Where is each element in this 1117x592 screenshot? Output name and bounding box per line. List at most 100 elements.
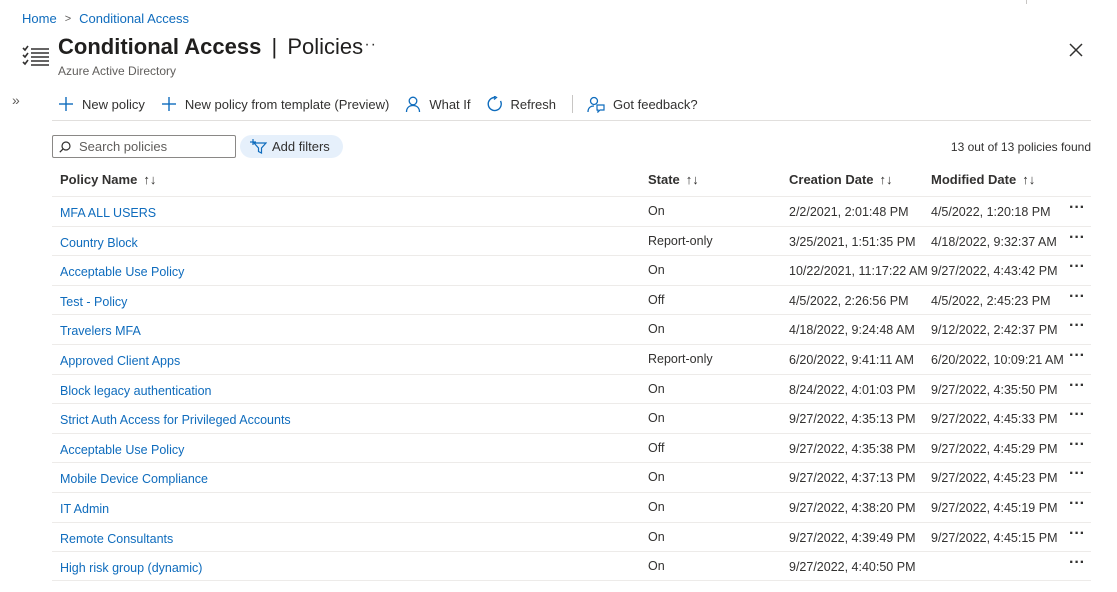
what-if-button[interactable]: What If bbox=[405, 96, 471, 113]
person-icon bbox=[406, 96, 421, 112]
row-more-options-button[interactable]: ··· bbox=[1069, 347, 1085, 365]
row-more-options-button[interactable]: ··· bbox=[1069, 525, 1085, 543]
policy-state: On bbox=[648, 470, 665, 485]
policy-list-icon bbox=[22, 45, 49, 66]
policy-name-link[interactable]: High risk group (dynamic) bbox=[60, 561, 202, 575]
policy-modified-date: 6/20/2022, 10:09:21 AM bbox=[931, 352, 1064, 367]
column-header-modified-date[interactable]: Modified Date ↑↓ bbox=[931, 172, 1035, 187]
sort-icon: ↑↓ bbox=[143, 172, 157, 187]
policy-state: On bbox=[648, 322, 665, 337]
policy-state: On bbox=[648, 499, 665, 514]
new-policy-from-template-label: New policy from template (Preview) bbox=[184, 96, 390, 112]
plus-icon bbox=[59, 97, 73, 111]
close-icon[interactable] bbox=[1066, 40, 1086, 60]
more-options-button[interactable]: ··· bbox=[358, 36, 377, 54]
sort-icon: ↑↓ bbox=[879, 172, 893, 187]
add-filters-button[interactable]: Add filters bbox=[240, 135, 343, 158]
row-more-options-button[interactable]: ··· bbox=[1069, 495, 1085, 513]
policy-name-link[interactable]: IT Admin bbox=[60, 502, 109, 516]
policy-creation-date: 6/20/2022, 9:41:11 AM bbox=[789, 352, 914, 367]
add-filters-label: Add filters bbox=[272, 139, 330, 154]
policy-name-link[interactable]: Block legacy authentication bbox=[60, 384, 211, 398]
row-more-options-button[interactable]: ··· bbox=[1069, 465, 1085, 483]
policy-name-link[interactable]: Approved Client Apps bbox=[60, 354, 180, 368]
breadcrumb-separator: > bbox=[64, 12, 72, 25]
top-divider bbox=[1026, 0, 1027, 4]
policy-modified-date: 9/27/2022, 4:43:42 PM bbox=[931, 264, 1058, 279]
column-header-state[interactable]: State ↑↓ bbox=[648, 172, 699, 187]
got-feedback-button[interactable]: Got feedback? bbox=[587, 96, 698, 113]
table-row: MFA ALL USERS On 2/2/2021, 2:01:48 PM 4/… bbox=[52, 196, 1091, 226]
row-more-options-button[interactable]: ··· bbox=[1069, 258, 1085, 276]
row-more-options-button[interactable]: ··· bbox=[1069, 436, 1085, 454]
feedback-icon bbox=[587, 96, 605, 113]
policy-modified-date: 4/18/2022, 9:32:37 AM bbox=[931, 234, 1057, 249]
table-row: Acceptable Use Policy Off 9/27/2022, 4:3… bbox=[52, 432, 1091, 463]
policy-name-link[interactable]: Remote Consultants bbox=[60, 532, 173, 546]
filter-icon bbox=[250, 139, 267, 154]
breadcrumb-conditional-access-link[interactable]: Conditional Access bbox=[79, 11, 189, 26]
policy-name-link[interactable]: MFA ALL USERS bbox=[60, 206, 156, 220]
column-header-modified-date-label: Modified Date bbox=[931, 172, 1017, 187]
plus-icon bbox=[161, 97, 176, 111]
policy-modified-date: 9/27/2022, 4:45:19 PM bbox=[931, 500, 1058, 515]
policy-state: On bbox=[648, 411, 665, 426]
toolbar-divider bbox=[52, 120, 1091, 121]
table-row: Acceptable Use Policy On 10/22/2021, 11:… bbox=[52, 255, 1091, 285]
policy-name-link[interactable]: Mobile Device Compliance bbox=[60, 472, 208, 486]
sort-icon: ↑↓ bbox=[685, 172, 699, 187]
table-row: Approved Client Apps Report-only 6/20/20… bbox=[52, 343, 1091, 374]
policy-modified-date: 4/5/2022, 1:20:18 PM bbox=[931, 205, 1051, 219]
table-row: Strict Auth Access for Privileged Accoun… bbox=[52, 403, 1091, 433]
new-policy-from-template-button[interactable]: New policy from template (Preview) bbox=[161, 96, 389, 112]
policy-state: On bbox=[648, 263, 665, 278]
policy-creation-date: 9/27/2022, 4:40:50 PM bbox=[789, 560, 916, 575]
search-input[interactable] bbox=[77, 138, 227, 155]
breadcrumb: Home > Conditional Access bbox=[22, 11, 189, 26]
policy-state: On bbox=[648, 559, 665, 574]
result-count: 13 out of 13 policies found bbox=[950, 140, 1091, 154]
policy-modified-date: 9/27/2022, 4:45:15 PM bbox=[931, 530, 1058, 545]
row-more-options-button[interactable]: ··· bbox=[1069, 288, 1085, 306]
table-row: Travelers MFA On 4/18/2022, 9:24:48 AM 9… bbox=[52, 314, 1091, 344]
table-row: Test - Policy Off 4/5/2022, 2:26:56 PM 4… bbox=[52, 284, 1091, 315]
row-more-options-button[interactable]: ··· bbox=[1069, 317, 1085, 335]
policy-creation-date: 4/5/2022, 2:26:56 PM bbox=[789, 293, 909, 308]
policy-creation-date: 3/25/2021, 1:51:35 PM bbox=[789, 234, 916, 249]
policy-modified-date: 9/27/2022, 4:35:50 PM bbox=[931, 382, 1058, 397]
row-more-options-button[interactable]: ··· bbox=[1069, 229, 1085, 247]
row-more-options-button[interactable]: ··· bbox=[1069, 406, 1085, 424]
column-header-policy-name[interactable]: Policy Name ↑↓ bbox=[60, 172, 156, 187]
policy-state: Off bbox=[648, 440, 665, 455]
row-more-options-button[interactable]: ··· bbox=[1069, 199, 1085, 217]
page-title-separator: | bbox=[271, 34, 278, 59]
page-subtitle: Azure Active Directory bbox=[58, 64, 177, 78]
new-policy-button[interactable]: New policy bbox=[58, 96, 145, 112]
policy-state: On bbox=[648, 529, 665, 544]
policy-creation-date: 8/24/2022, 4:01:03 PM bbox=[789, 382, 916, 397]
row-more-options-button[interactable]: ··· bbox=[1069, 377, 1085, 395]
table-row: IT Admin On 9/27/2022, 4:38:20 PM 9/27/2… bbox=[52, 491, 1091, 522]
row-more-options-button[interactable]: ··· bbox=[1069, 554, 1085, 572]
policy-name-link[interactable]: Country Block bbox=[60, 236, 138, 250]
policy-state: On bbox=[648, 381, 665, 396]
column-header-creation-date-label: Creation Date bbox=[789, 172, 874, 187]
breadcrumb-home-link[interactable]: Home bbox=[22, 11, 57, 26]
search-box bbox=[52, 135, 236, 158]
table-header: Policy Name ↑↓ State ↑↓ Creation Date ↑↓ Mo… bbox=[52, 166, 1091, 194]
refresh-button[interactable]: Refresh bbox=[487, 96, 556, 112]
table-row: Block legacy authentication On 8/24/2022… bbox=[52, 373, 1091, 404]
column-header-creation-date[interactable]: Creation Date ↑↓ bbox=[789, 172, 893, 187]
expand-sidebar-button[interactable]: » bbox=[12, 92, 20, 108]
policy-creation-date: 9/27/2022, 4:39:49 PM bbox=[789, 530, 916, 545]
policy-creation-date: 9/27/2022, 4:37:13 PM bbox=[789, 471, 916, 486]
page-title-main: Conditional Access bbox=[58, 34, 262, 59]
policy-name-link[interactable]: Travelers MFA bbox=[60, 324, 141, 338]
policy-name-link[interactable]: Strict Auth Access for Privileged Accoun… bbox=[60, 413, 291, 427]
policy-modified-date: 9/27/2022, 4:45:29 PM bbox=[931, 441, 1058, 456]
policy-name-link[interactable]: Acceptable Use Policy bbox=[60, 265, 184, 279]
policies-table: MFA ALL USERS On 2/2/2021, 2:01:48 PM 4/… bbox=[52, 196, 1091, 581]
policy-name-link[interactable]: Test - Policy bbox=[60, 295, 127, 309]
policy-creation-date: 4/18/2022, 9:24:48 AM bbox=[789, 323, 915, 338]
policy-name-link[interactable]: Acceptable Use Policy bbox=[60, 443, 184, 457]
